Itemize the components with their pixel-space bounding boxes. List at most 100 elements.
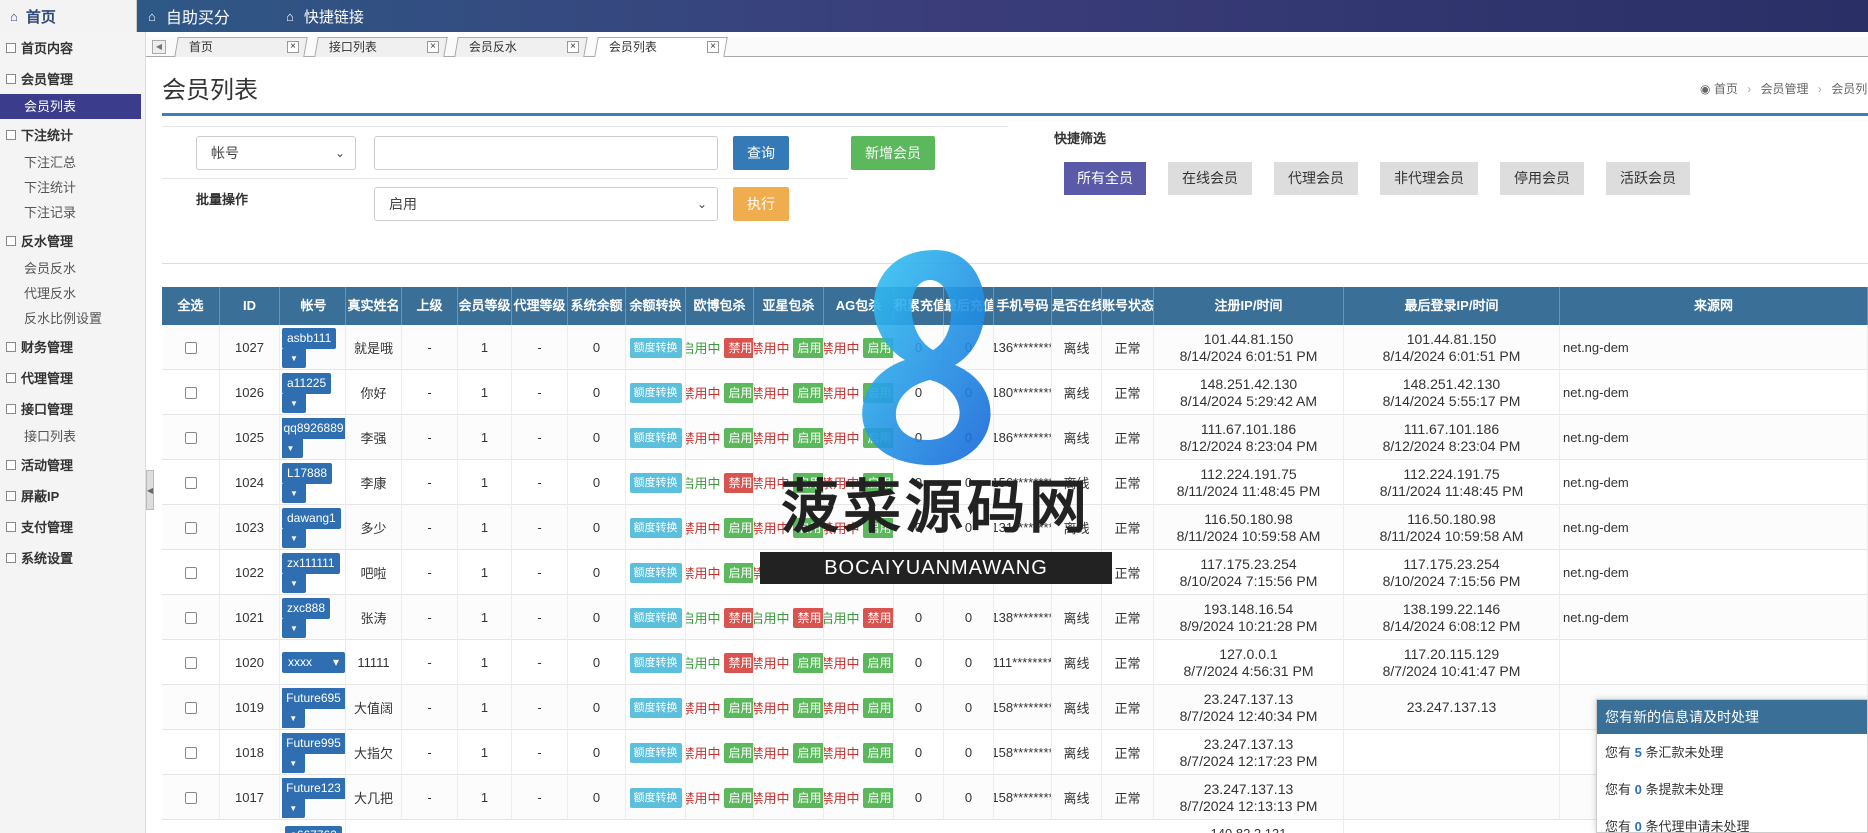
cell-account[interactable]: qq8926889 ▼ (282, 415, 346, 460)
tab-member-list[interactable]: 会员列表 × (594, 37, 728, 57)
top-nav-quick-links[interactable]: ⌂ 快捷链接 (286, 0, 364, 32)
enable-button[interactable]: 启用 (723, 742, 753, 763)
cell-convert[interactable]: 额度转换 (626, 685, 686, 730)
tab-member-rebate[interactable]: 会员反水 × (454, 37, 588, 57)
cell-account[interactable]: xxxx ▾ (282, 640, 346, 685)
sidebar-group-5[interactable]: 代理管理 (0, 362, 145, 393)
enable-button[interactable]: 启用 (792, 787, 823, 808)
balance-convert-button[interactable]: 额度转换 (629, 607, 682, 628)
balance-convert-button[interactable]: 额度转换 (629, 517, 682, 538)
caret-down-icon[interactable]: ▼ (282, 483, 306, 503)
row-checkbox[interactable] (184, 701, 197, 714)
cell-convert[interactable]: 额度转换 (626, 775, 686, 820)
disable-button[interactable]: 禁用 (723, 652, 753, 673)
quick-filter-non-agent[interactable]: 非代理会员 (1380, 162, 1478, 195)
row-checkbox[interactable] (184, 791, 197, 804)
row-checkbox-cell[interactable] (162, 325, 220, 370)
cell-account[interactable]: zx111111 ▼ (282, 550, 346, 595)
enable-button[interactable]: 启用 (862, 382, 893, 403)
row-checkbox-cell[interactable] (162, 550, 220, 595)
disable-button[interactable]: 禁用 (723, 337, 753, 358)
disable-button[interactable]: 禁用 (792, 607, 823, 628)
sidebar-group-9[interactable]: 支付管理 (0, 511, 145, 542)
account-dropdown[interactable]: dawang1 ▼ (282, 507, 345, 548)
account-name[interactable]: L17888 (282, 462, 333, 484)
sidebar-item[interactable]: 会员反水 (0, 256, 145, 281)
enable-button[interactable]: 启用 (862, 742, 893, 763)
sidebar-group-4[interactable]: 财务管理 (0, 331, 145, 362)
account-dropdown[interactable]: asbb111 ▼ (282, 327, 345, 368)
cell-account[interactable]: a667762 (282, 820, 346, 833)
account-dropdown[interactable]: xxxx ▾ (282, 652, 345, 673)
balance-convert-button[interactable]: 额度转换 (629, 697, 682, 718)
account-dropdown[interactable]: zx111111 ▼ (282, 552, 345, 593)
search-input[interactable] (374, 136, 718, 170)
sidebar-item[interactable]: 接口列表 (0, 424, 145, 449)
cell-account[interactable]: a11225 ▼ (282, 370, 346, 415)
account-name[interactable]: Future695 (282, 687, 345, 709)
enable-button[interactable]: 启用 (723, 382, 753, 403)
row-checkbox[interactable] (184, 611, 197, 624)
row-checkbox[interactable] (184, 656, 197, 669)
row-checkbox[interactable] (184, 386, 197, 399)
row-checkbox-cell[interactable] (162, 595, 220, 640)
cell-convert[interactable]: 额度转换 (626, 460, 686, 505)
account-name[interactable]: qq8926889 (282, 417, 345, 439)
sidebar-group-10[interactable]: 系统设置 (0, 542, 145, 573)
disable-button[interactable]: 禁用 (723, 607, 753, 628)
account-name[interactable]: Future123 (282, 777, 345, 799)
enable-button[interactable]: 启用 (862, 787, 893, 808)
cell-account[interactable]: Future995 ▼ (282, 730, 346, 775)
sidebar-item[interactable]: 下注统计 (0, 175, 145, 200)
balance-convert-button[interactable]: 额度转换 (629, 382, 682, 403)
close-icon[interactable]: × (287, 41, 299, 53)
row-checkbox-cell[interactable] (162, 415, 220, 460)
cell-convert[interactable]: 额度转换 (626, 370, 686, 415)
cell-account[interactable]: asbb111 ▼ (282, 325, 346, 370)
field-select[interactable]: 帐号 ⌄ (196, 136, 356, 170)
row-checkbox[interactable] (184, 476, 197, 489)
enable-button[interactable]: 启用 (862, 652, 893, 673)
notice-remit[interactable]: 您有 5 条汇款未处理 (1597, 734, 1867, 771)
enable-button[interactable]: 启用 (723, 562, 753, 583)
account-name[interactable]: zx111111 (282, 552, 340, 574)
notice-withdraw[interactable]: 您有 0 条提款未处理 (1597, 771, 1867, 808)
quick-filter-active[interactable]: 活跃会员 (1606, 162, 1690, 195)
tab-home[interactable]: 首页 × (174, 37, 308, 57)
sidebar-group-3[interactable]: 反水管理 (0, 225, 145, 256)
column-header[interactable]: 全选 (162, 287, 220, 325)
account-name[interactable]: zxc888 (282, 597, 331, 619)
enable-button[interactable]: 启用 (862, 427, 893, 448)
enable-button[interactable]: 启用 (792, 697, 823, 718)
top-nav-buy-points[interactable]: ⌂ 自助买分 (148, 0, 230, 32)
enable-button[interactable]: 启用 (792, 337, 823, 358)
account-dropdown[interactable]: Future995 ▼ (282, 732, 345, 773)
sidebar-item[interactable]: 反水比例设置 (0, 306, 145, 331)
disable-button[interactable]: 禁用 (862, 607, 893, 628)
caret-down-icon[interactable]: ▼ (282, 618, 306, 638)
cell-convert[interactable]: 额度转换 (626, 415, 686, 460)
cell-account[interactable]: Future123 ▼ (282, 775, 346, 820)
cell-convert[interactable]: 额度转换 (626, 640, 686, 685)
sidebar-group-7[interactable]: 活动管理 (0, 449, 145, 480)
add-member-button[interactable]: 新增会员 (851, 136, 935, 170)
row-checkbox-cell[interactable] (162, 460, 220, 505)
sidebar-item[interactable]: 下注汇总 (0, 150, 145, 175)
balance-convert-button[interactable]: 额度转换 (629, 472, 682, 493)
enable-button[interactable]: 启用 (792, 742, 823, 763)
balance-convert-button[interactable]: 额度转换 (629, 427, 682, 448)
row-checkbox-cell[interactable] (162, 505, 220, 550)
quick-filter-disabled[interactable]: 停用会员 (1500, 162, 1584, 195)
row-checkbox-cell[interactable] (162, 775, 220, 820)
account-name[interactable]: Future995 (282, 732, 345, 754)
tab-api-list[interactable]: 接口列表 × (314, 37, 448, 57)
query-button[interactable]: 查询 (733, 136, 789, 170)
account-name[interactable]: a667762 (285, 826, 342, 833)
account-name[interactable]: asbb111 (282, 327, 337, 349)
cell-account[interactable]: dawang1 ▼ (282, 505, 346, 550)
cell-convert[interactable]: 额度转换 (626, 550, 686, 595)
row-checkbox-cell[interactable] (162, 685, 220, 730)
enable-button[interactable]: 启用 (792, 427, 823, 448)
caret-down-icon[interactable]: ▼ (282, 393, 306, 413)
disable-button[interactable]: 禁用 (723, 472, 753, 493)
